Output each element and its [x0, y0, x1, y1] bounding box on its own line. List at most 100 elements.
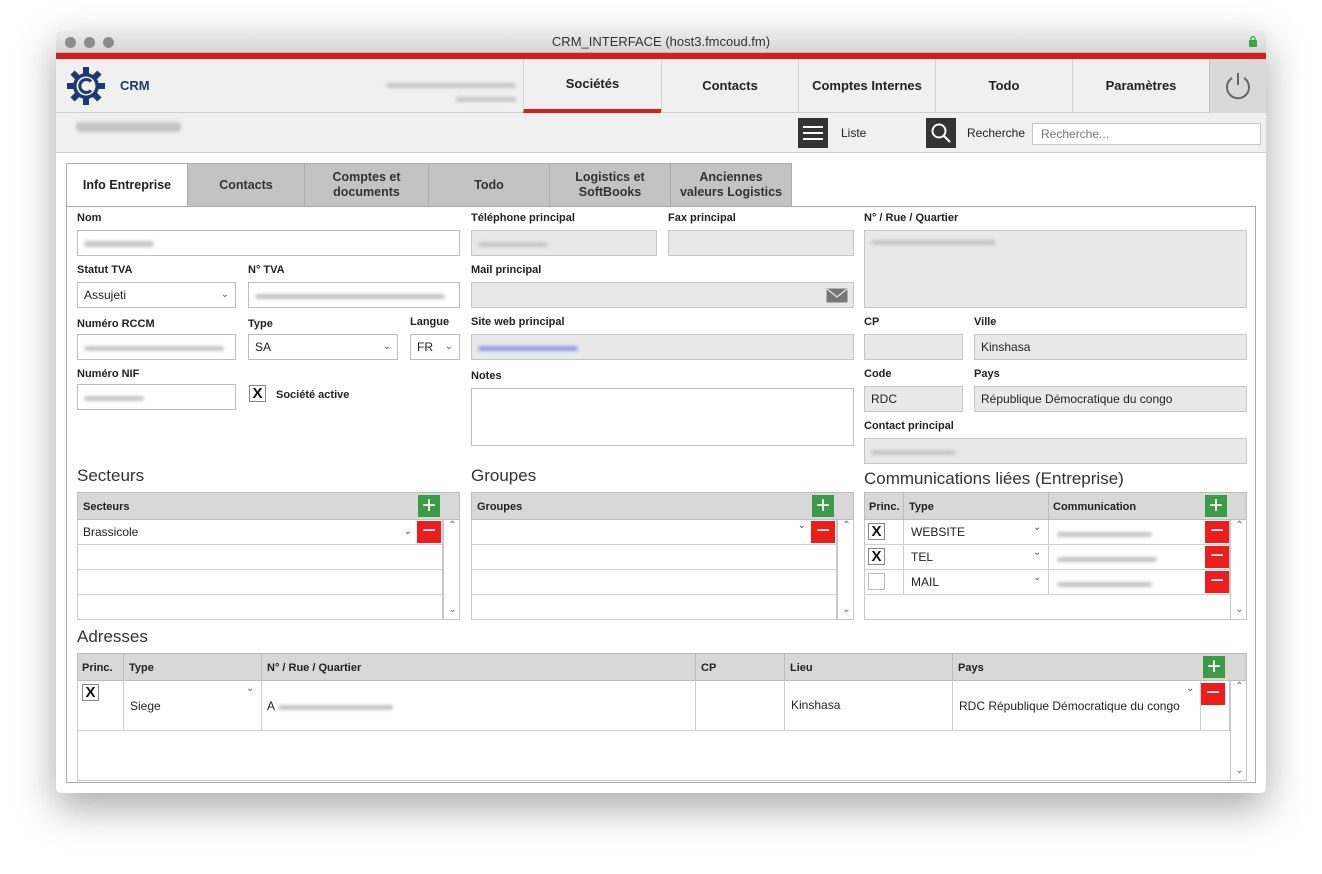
adresse-label: N° / Rue / Quartier [864, 212, 959, 224]
plus-icon: + [421, 492, 436, 519]
addr-header-type: Type [129, 662, 154, 674]
communications-scrollbar[interactable]: ⌃ ⌄ [1230, 520, 1247, 620]
num-rccm-field[interactable] [77, 334, 236, 360]
num-tva-field[interactable] [248, 282, 460, 308]
remove-groupe-button[interactable]: − [811, 519, 835, 543]
envelope-icon[interactable] [826, 288, 848, 303]
pays-label: Pays [974, 368, 1000, 380]
scroll-up-icon[interactable]: ⌃ [444, 520, 461, 531]
mail-principal-label: Mail principal [471, 264, 542, 276]
tab-logistics-softbooks[interactable]: Logistics et SoftBooks [550, 163, 671, 207]
langue-select[interactable]: FR ⌄ [410, 334, 460, 360]
chevron-down-icon[interactable]: ⌄ [1033, 522, 1041, 533]
scroll-down-icon[interactable]: ⌄ [444, 604, 461, 615]
nav-tab-todo[interactable]: Todo [935, 59, 1072, 113]
comm-princ-checkbox[interactable]: X [868, 548, 885, 565]
secteur-value: Brassicole [83, 525, 139, 539]
nav-tab-parametres[interactable]: Paramètres [1072, 59, 1209, 113]
societe-active-checkbox[interactable]: X [249, 385, 266, 402]
groupe-row[interactable]: ⌄ [471, 520, 837, 545]
tab-info-entreprise[interactable]: Info Entreprise [66, 163, 188, 207]
contact-principal-field[interactable] [864, 438, 1247, 464]
minus-icon: − [815, 517, 830, 544]
pays-field[interactable]: République Démocratique du congo [974, 386, 1247, 412]
scroll-up-icon[interactable]: ⌃ [838, 520, 855, 531]
add-groupe-button[interactable]: + [812, 494, 834, 518]
brand-label: CRM [120, 78, 150, 93]
statut-tva-select[interactable]: Assujeti ⌄ [77, 282, 236, 308]
add-adresse-button[interactable]: + [1203, 653, 1225, 680]
window-title: CRM_INTERFACE (host3.fmcoud.fm) [551, 34, 771, 49]
comm-header-princ: Princ. [869, 501, 900, 513]
code-field[interactable]: RDC [864, 386, 963, 412]
nav-tab-comptes-internes[interactable]: Comptes Internes [798, 59, 935, 113]
tab-anciennes-valeurs[interactable]: Anciennes valeurs Logistics [671, 163, 792, 207]
fax-principal-field[interactable] [668, 230, 854, 256]
zoom-window-button[interactable] [103, 37, 114, 48]
chevron-down-icon[interactable]: ⌄ [1033, 547, 1041, 558]
nom-label: Nom [77, 212, 102, 224]
cp-field[interactable] [864, 334, 963, 360]
minimize-window-button[interactable] [84, 37, 95, 48]
logout-button[interactable] [1209, 59, 1266, 113]
addr-type: Siege [130, 699, 161, 713]
company-name-redacted [76, 121, 181, 135]
type-select[interactable]: SA ⌄ [248, 334, 398, 360]
plus-icon: + [1206, 653, 1221, 680]
secteur-row[interactable]: Brassicole ⌄ [77, 520, 443, 545]
notes-textarea[interactable] [471, 388, 854, 446]
chevron-down-icon[interactable]: ⌄ [1033, 572, 1041, 583]
remove-communication-button[interactable]: − [1205, 519, 1229, 543]
addr-princ-checkbox[interactable]: X [82, 684, 99, 701]
ville-field[interactable]: Kinshasa [974, 334, 1247, 360]
nom-field[interactable] [77, 230, 460, 256]
close-window-button[interactable] [65, 37, 76, 48]
add-secteur-button[interactable]: + [418, 492, 440, 519]
remove-communication-button[interactable]: − [1205, 569, 1229, 593]
site-web-field[interactable] [471, 334, 854, 360]
groupe-row [471, 595, 837, 620]
tel-principal-field[interactable] [471, 230, 657, 256]
scroll-up-icon[interactable]: ⌃ [1231, 681, 1248, 692]
lock-icon [1249, 35, 1257, 47]
notes-label: Notes [471, 370, 502, 382]
search-icon [931, 123, 951, 143]
remove-communication-button[interactable]: − [1205, 544, 1229, 568]
mail-principal-field[interactable] [471, 282, 854, 308]
tab-contacts[interactable]: Contacts [188, 163, 305, 207]
adresses-scrollbar[interactable]: ⌃ ⌄ [1230, 681, 1247, 781]
adresse-field[interactable] [864, 230, 1247, 308]
scroll-down-icon[interactable]: ⌄ [838, 604, 855, 615]
chevron-down-icon[interactable]: ⌄ [1186, 683, 1194, 694]
nav-tab-societes[interactable]: Sociétés [523, 59, 661, 113]
comm-princ-checkbox[interactable] [868, 573, 885, 590]
add-communication-button[interactable]: + [1205, 494, 1227, 518]
adresse-row[interactable]: X Siege ⌄ A Kinshasa RDC République Démo… [77, 681, 1230, 731]
scroll-down-icon[interactable]: ⌄ [1231, 765, 1248, 776]
groupes-header: Groupes [471, 492, 854, 520]
type-value: SA [255, 340, 272, 354]
chevron-down-icon: ⌄ [382, 341, 391, 352]
chevron-down-icon[interactable]: ⌄ [246, 683, 254, 694]
comm-princ-checkbox[interactable]: X [868, 523, 885, 540]
communication-row[interactable]: X WEBSITE ⌄ [864, 520, 1230, 545]
communication-row[interactable]: MAIL ⌄ [864, 570, 1230, 595]
ville-label: Ville [974, 316, 997, 328]
groupes-scrollbar[interactable]: ⌃ ⌄ [837, 520, 854, 620]
search-button[interactable] [926, 118, 956, 148]
groupes-title: Groupes [471, 466, 537, 485]
remove-adresse-button[interactable]: − [1201, 681, 1225, 705]
scroll-down-icon[interactable]: ⌄ [1231, 604, 1248, 615]
nav-tab-contacts[interactable]: Contacts [661, 59, 798, 113]
list-view-button[interactable] [798, 118, 828, 148]
secteurs-scrollbar[interactable]: ⌃ ⌄ [443, 520, 460, 620]
tab-comptes-documents[interactable]: Comptes et documents [305, 163, 429, 207]
scroll-up-icon[interactable]: ⌃ [1231, 520, 1248, 531]
remove-secteur-button[interactable]: − [417, 519, 441, 543]
tab-todo[interactable]: Todo [429, 163, 550, 207]
power-icon [1226, 73, 1250, 100]
num-nif-field[interactable] [77, 384, 236, 410]
search-input[interactable] [1032, 123, 1261, 145]
user-info-redacted [386, 77, 518, 105]
communication-row[interactable]: X TEL ⌄ [864, 545, 1230, 570]
